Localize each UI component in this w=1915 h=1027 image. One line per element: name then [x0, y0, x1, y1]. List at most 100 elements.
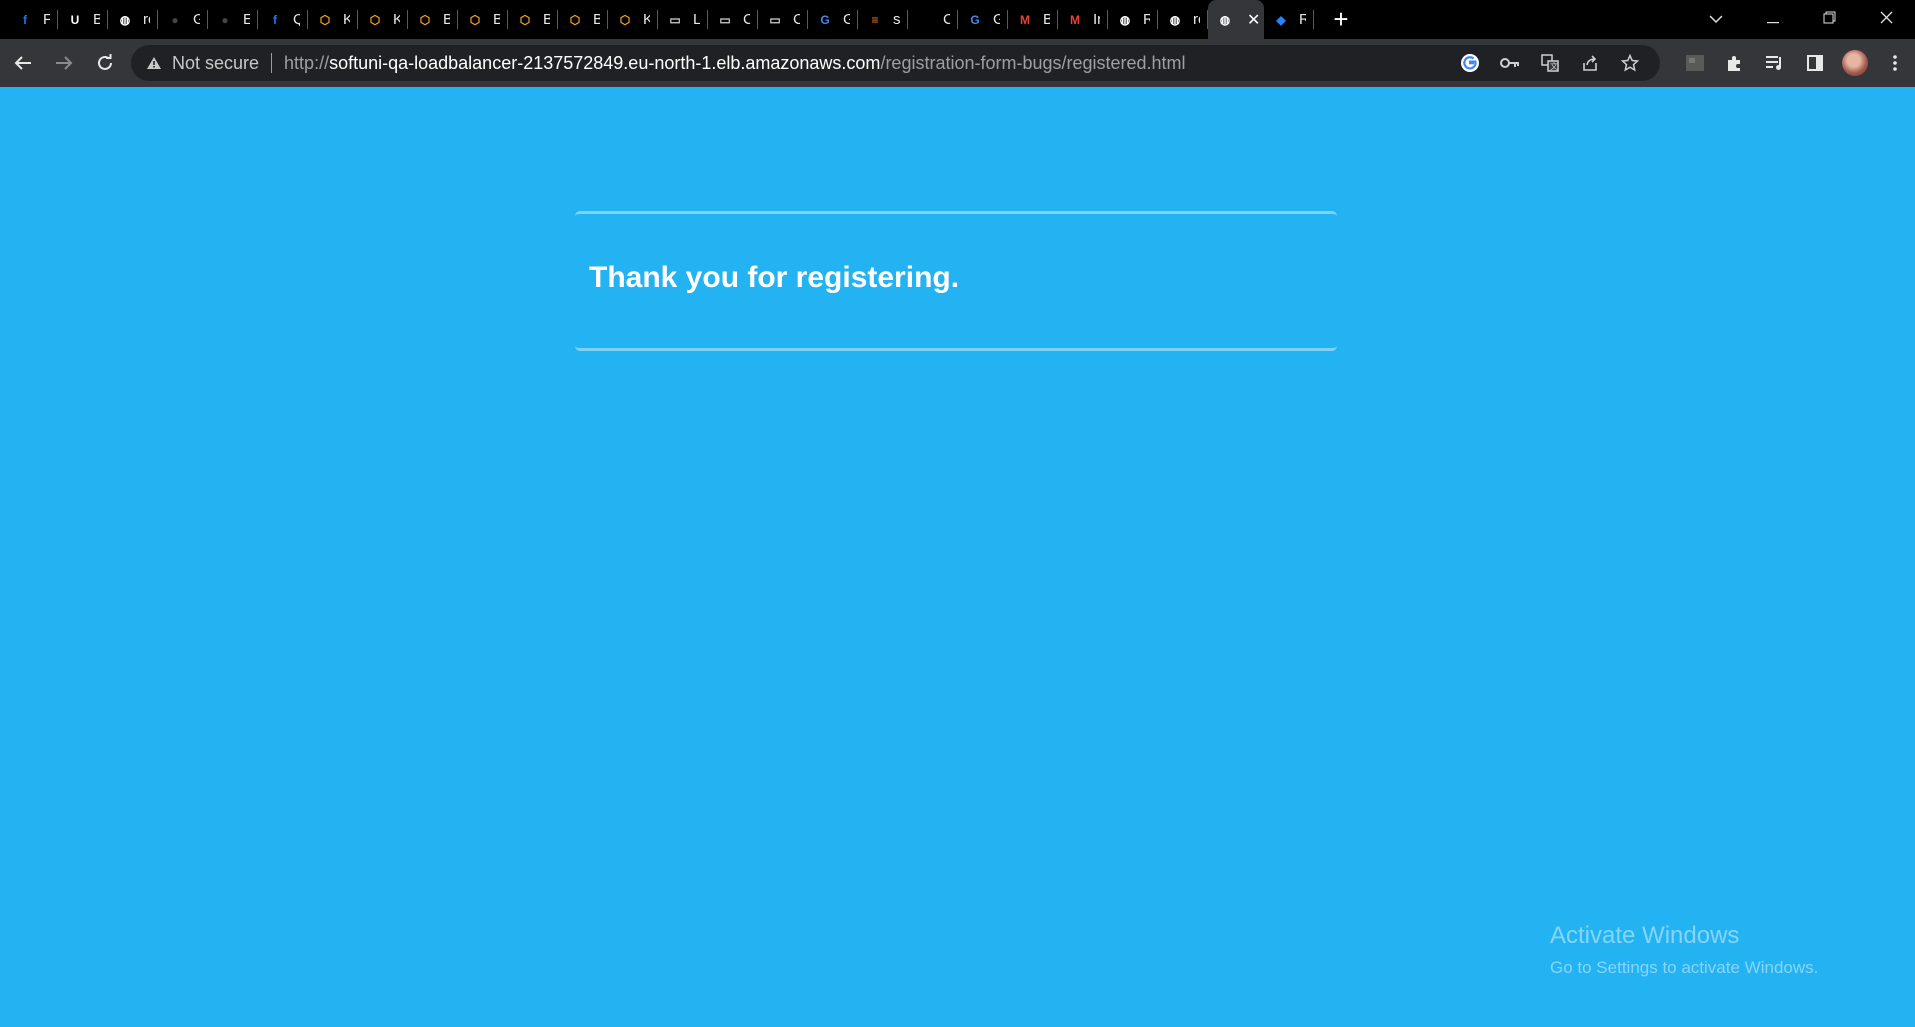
tab-label: R: [1299, 11, 1306, 28]
menu-kebab-icon[interactable]: [1875, 54, 1915, 72]
tab-label: C: [793, 11, 800, 28]
jira-icon: ◆: [1276, 12, 1286, 27]
browser-tab[interactable]: ▭ C: [758, 0, 808, 39]
browser-toolbar: Not secure http://softuni-qa-loadbalance…: [0, 39, 1915, 87]
url-path: /registration-form-bugs/registered.html: [880, 52, 1186, 73]
tab-list: fFaUBi◍rc●Gi●EvfQ⬡Ky⬡Ky⬡Bi⬡Bi⬡Bi⬡Bi⬡Ki▭L…: [0, 0, 1314, 39]
browser-tab[interactable]: MB: [1008, 0, 1058, 39]
browser-tab[interactable]: C: [908, 0, 958, 39]
restore-icon[interactable]: [1801, 11, 1858, 29]
forward-icon[interactable]: [44, 43, 84, 83]
not-secure-label[interactable]: Not secure: [172, 53, 259, 74]
browser-tab[interactable]: ⬡ Bi: [558, 0, 608, 39]
browser-tab[interactable]: ⬡ Ky: [358, 0, 408, 39]
url-host: softuni-qa-loadbalancer-2137572849.eu-no…: [329, 52, 881, 73]
tab-label: Bi: [493, 11, 500, 28]
tab-label: G: [843, 11, 850, 28]
browser-tab[interactable]: ≡ st: [858, 0, 908, 39]
softuni-icon: ⬡: [369, 12, 381, 27]
key-icon[interactable]: [1490, 57, 1530, 69]
globe-icon: ◍: [1219, 12, 1231, 27]
watermark-title: Activate Windows: [1550, 922, 1740, 949]
globe-icon: ◍: [1119, 12, 1131, 27]
stackoverflow-icon: ≡: [871, 12, 879, 27]
tab-label: Fa: [43, 11, 50, 28]
softuni-icon: ⬡: [419, 12, 431, 27]
browser-tab[interactable]: ⬡ Bi: [508, 0, 558, 39]
browser-tab[interactable]: ▭ Lc: [658, 0, 708, 39]
translate-icon: G: [970, 12, 980, 27]
reload-icon[interactable]: [85, 43, 125, 83]
browser-tab[interactable]: ▭ C: [708, 0, 758, 39]
toolbar-actions: [1675, 39, 1915, 87]
media-playlist-icon[interactable]: [1755, 55, 1795, 71]
tab-label: st: [893, 11, 900, 28]
tab-label: R: [1143, 11, 1150, 28]
tab-label: C: [743, 11, 750, 28]
address-bar-actions: 文: [1450, 45, 1650, 81]
browser-tab[interactable]: ● Ev: [208, 0, 258, 39]
share-icon[interactable]: [1570, 54, 1610, 72]
minimize-icon[interactable]: [1744, 11, 1801, 29]
tab-label: C: [943, 11, 950, 28]
window-icon: ▭: [719, 12, 731, 27]
new-tab-icon[interactable]: +: [1326, 4, 1356, 35]
window-controls: [1687, 0, 1915, 39]
watermark-subtitle: Go to Settings to activate Windows.: [1550, 958, 1819, 977]
translate-icon: G: [820, 12, 830, 27]
svg-text:文: 文: [1550, 61, 1558, 71]
softuni-icon: ⬡: [569, 12, 581, 27]
tab-label: Bi: [543, 11, 550, 28]
softuni-icon: ⬡: [519, 12, 531, 27]
tab-label: Lc: [693, 11, 700, 28]
tab-label: Bi: [443, 11, 450, 28]
gmail-icon: M: [1070, 12, 1080, 27]
browser-tab[interactable]: GG: [958, 0, 1008, 39]
browser-tab[interactable]: ● Gi: [158, 0, 208, 39]
browser-tab[interactable]: ◍ R: [1108, 0, 1158, 39]
tab-search-icon[interactable]: [1687, 11, 1744, 29]
softuni-icon: ⬡: [319, 12, 331, 27]
browser-tab[interactable]: M In: [1058, 0, 1108, 39]
browser-tab[interactable]: ◍ rc: [108, 0, 158, 39]
browser-tab[interactable]: fQ: [258, 0, 308, 39]
github-icon: ●: [221, 12, 229, 27]
bookmark-star-icon[interactable]: [1610, 54, 1650, 72]
puzzle-extensions-icon[interactable]: [1715, 54, 1755, 72]
window-icon: ▭: [669, 12, 681, 27]
browser-tab[interactable]: ◆ R: [1264, 0, 1314, 39]
side-panel-icon[interactable]: [1795, 54, 1835, 72]
tab-label: rc: [143, 11, 150, 28]
close-tab-icon[interactable]: ✕: [1247, 10, 1260, 30]
browser-tab[interactable]: ⬡ Ky: [308, 0, 358, 39]
url-text[interactable]: http://softuni-qa-loadbalancer-213757284…: [284, 53, 1186, 74]
browser-tab[interactable]: ⬡ Bi: [458, 0, 508, 39]
google-icon[interactable]: [1450, 53, 1490, 73]
page-content: Thank you for registering. Activate Wind…: [0, 87, 1915, 1027]
back-icon[interactable]: [3, 43, 43, 83]
tab-label: Bi: [593, 11, 600, 28]
tab-label: Ki: [643, 11, 650, 28]
address-bar[interactable]: Not secure http://softuni-qa-loadbalance…: [131, 45, 1660, 81]
extension-icon[interactable]: [1675, 54, 1715, 72]
facebook-icon: f: [273, 12, 277, 27]
tab-label: Gi: [193, 11, 200, 28]
browser-tab[interactable]: ◍ rc: [1158, 0, 1208, 39]
profile-avatar[interactable]: [1842, 50, 1868, 76]
close-window-icon[interactable]: [1858, 11, 1915, 29]
browser-tab[interactable]: U Bi: [58, 0, 108, 39]
browser-tab[interactable]: GG: [808, 0, 858, 39]
browser-tab[interactable]: ⬡ Ki: [608, 0, 658, 39]
udemy-icon: U: [70, 12, 80, 27]
activate-windows-watermark: Activate Windows Go to Settings to activ…: [1550, 922, 1818, 978]
translate-icon[interactable]: 文: [1530, 54, 1570, 72]
globe-icon: ◍: [119, 12, 131, 27]
tab-label: Ev: [243, 11, 250, 28]
tab-separator: [1313, 10, 1314, 29]
browser-tab[interactable]: ⬡ Bi: [408, 0, 458, 39]
warning-icon[interactable]: [146, 55, 162, 71]
softuni-icon: ⬡: [469, 12, 481, 27]
browser-tab[interactable]: f Fa: [8, 0, 58, 39]
tab-label: G: [993, 11, 1000, 28]
browser-tab[interactable]: ◍ ✕: [1208, 0, 1264, 39]
